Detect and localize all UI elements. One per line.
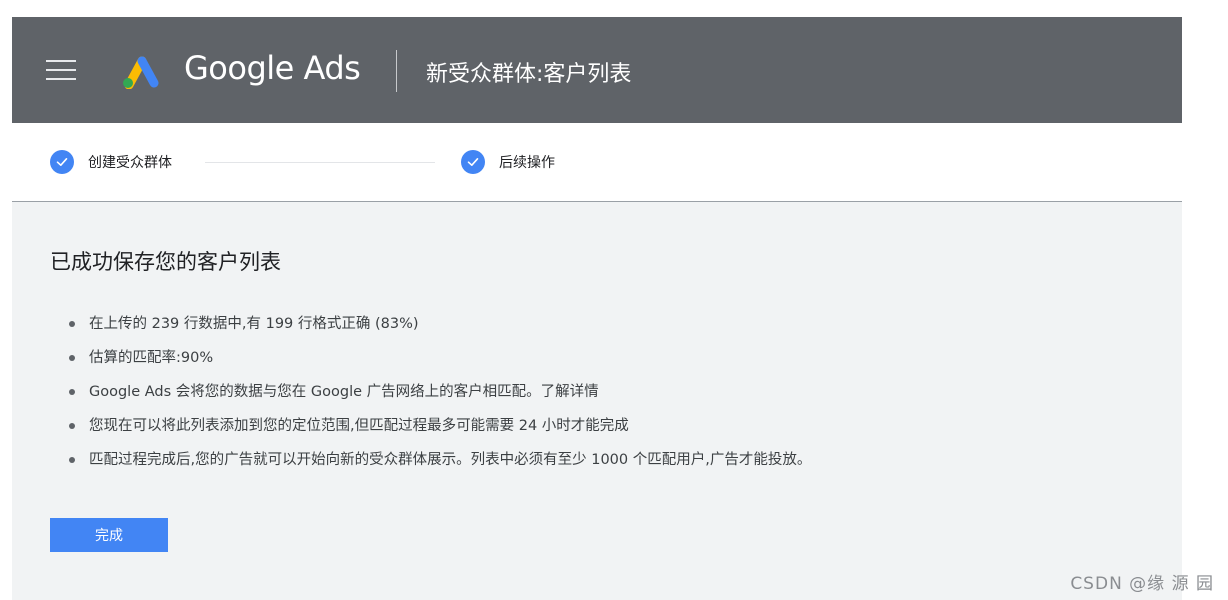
watermark: CSDN @缘 源 园 [1070,574,1214,594]
stepper: 创建受众群体 后续操作 [12,123,1182,202]
list-item: Google Ads 会将您的数据与您在 Google 广告网络上的客户相匹配。… [67,382,811,416]
app-frame: Google Ads 新受众群体:客户列表 创建受众群体 后续操作 已成功保存您… [12,17,1182,600]
page-title: 新受众群体:客户列表 [426,62,632,87]
step-connector [205,162,435,163]
list-item: 匹配过程完成后,您的广告就可以开始向新的受众群体展示。列表中必须有至少 1000… [67,450,811,484]
step-label: 后续操作 [499,155,555,171]
brand-name: Google Ads [184,49,361,87]
learn-more-link[interactable]: 了解详情 [541,384,599,400]
list-item: 估算的匹配率:90% [67,348,811,382]
menu-icon[interactable] [46,60,76,80]
main-content: 已成功保存您的客户列表 在上传的 239 行数据中,有 199 行格式正确 (8… [12,202,1182,600]
app-header: Google Ads 新受众群体:客户列表 [12,17,1182,123]
list-item: 您现在可以将此列表添加到您的定位范围,但匹配过程最多可能需要 24 小时才能完成 [67,416,811,450]
info-list: 在上传的 239 行数据中,有 199 行格式正确 (83%) 估算的匹配率:9… [67,314,811,484]
check-circle-icon [461,150,485,174]
google-ads-logo-icon [123,56,159,89]
success-title: 已成功保存您的客户列表 [50,250,281,274]
done-button[interactable]: 完成 [50,518,168,552]
step-label: 创建受众群体 [88,155,172,171]
check-circle-icon [50,150,74,174]
step-next-actions: 后续操作 [461,150,555,174]
list-item: 在上传的 239 行数据中,有 199 行格式正确 (83%) [67,314,811,348]
step-create-audience: 创建受众群体 [50,150,172,174]
header-divider [396,50,397,92]
